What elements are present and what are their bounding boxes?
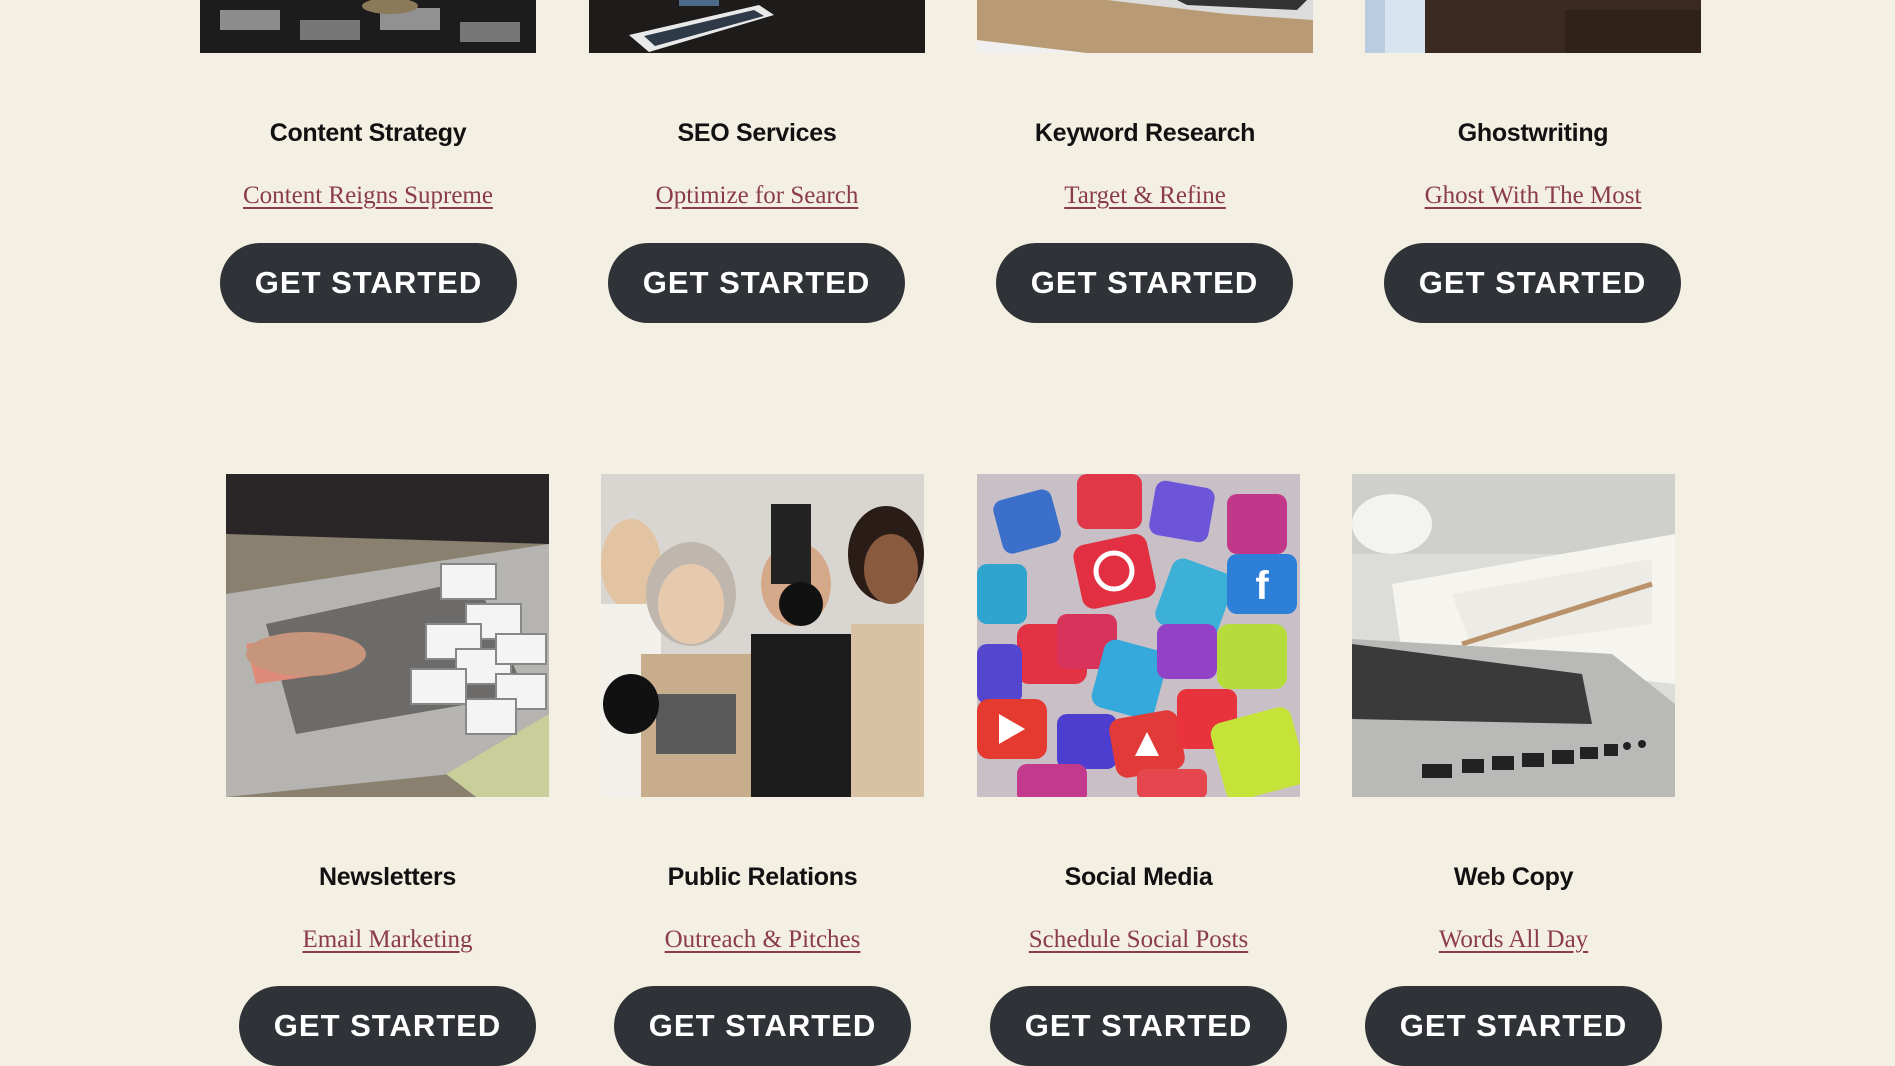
card-title: Social Media [1064,863,1213,891]
press-reporters-photo [601,474,924,797]
service-card-content-strategy: Content Strategy Content Reigns Supreme … [200,0,536,330]
get-started-button[interactable]: GET STARTED [1384,243,1681,323]
service-card-keyword-research: Keyword Research Target & Refine GET STA… [977,0,1313,330]
card-link[interactable]: Email Marketing [226,926,549,954]
get-started-button[interactable]: GET STARTED [996,243,1293,323]
card-title: Keyword Research [1034,119,1256,147]
card-title: SEO Services [677,119,837,147]
social-icons-photo: f [977,474,1300,797]
card-title: Newsletters [318,863,457,891]
service-card-ghostwriting: Ghostwriting Ghost With The Most GET STA… [1365,0,1701,330]
service-card-seo-services: SEO Services Optimize for Search GET STA… [589,0,925,330]
notebook-laptop-photo [1352,474,1675,797]
card-title: Public Relations [667,863,858,891]
email-laptop-photo [226,474,549,797]
get-started-button[interactable]: GET STARTED [990,986,1287,1066]
card-link[interactable]: Target & Refine [977,182,1313,210]
card-link[interactable]: Schedule Social Posts [977,926,1300,954]
service-card-public-relations: Public Relations Outreach & Pitches GET … [601,474,924,1066]
card-link[interactable]: Ghost With The Most [1365,182,1701,210]
service-card-newsletters: Newsletters Email Marketing GET STARTED [226,474,549,1066]
get-started-button[interactable]: GET STARTED [239,986,536,1066]
card-title: Ghostwriting [1457,119,1609,147]
svg-text:f: f [1255,564,1269,608]
get-started-button[interactable]: GET STARTED [220,243,517,323]
card-link[interactable]: Words All Day [1352,926,1675,954]
tablet-photo [589,0,925,53]
service-card-web-copy: Web Copy Words All Day GET STARTED [1352,474,1675,1066]
card-link[interactable]: Optimize for Search [589,182,925,210]
service-card-social-media: f Social Media Schedule Social Posts GET… [977,474,1300,1066]
get-started-button[interactable]: GET STARTED [614,986,911,1066]
card-title: Content Strategy [269,119,467,147]
chess-photo [200,0,536,53]
card-link[interactable]: Content Reigns Supreme [200,182,536,210]
card-title: Web Copy [1453,863,1574,891]
get-started-button[interactable]: GET STARTED [1365,986,1662,1066]
get-started-button[interactable]: GET STARTED [608,243,905,323]
laptop-desk-photo [977,0,1313,53]
card-link[interactable]: Outreach & Pitches [601,926,924,954]
desk-photo [1365,0,1701,53]
